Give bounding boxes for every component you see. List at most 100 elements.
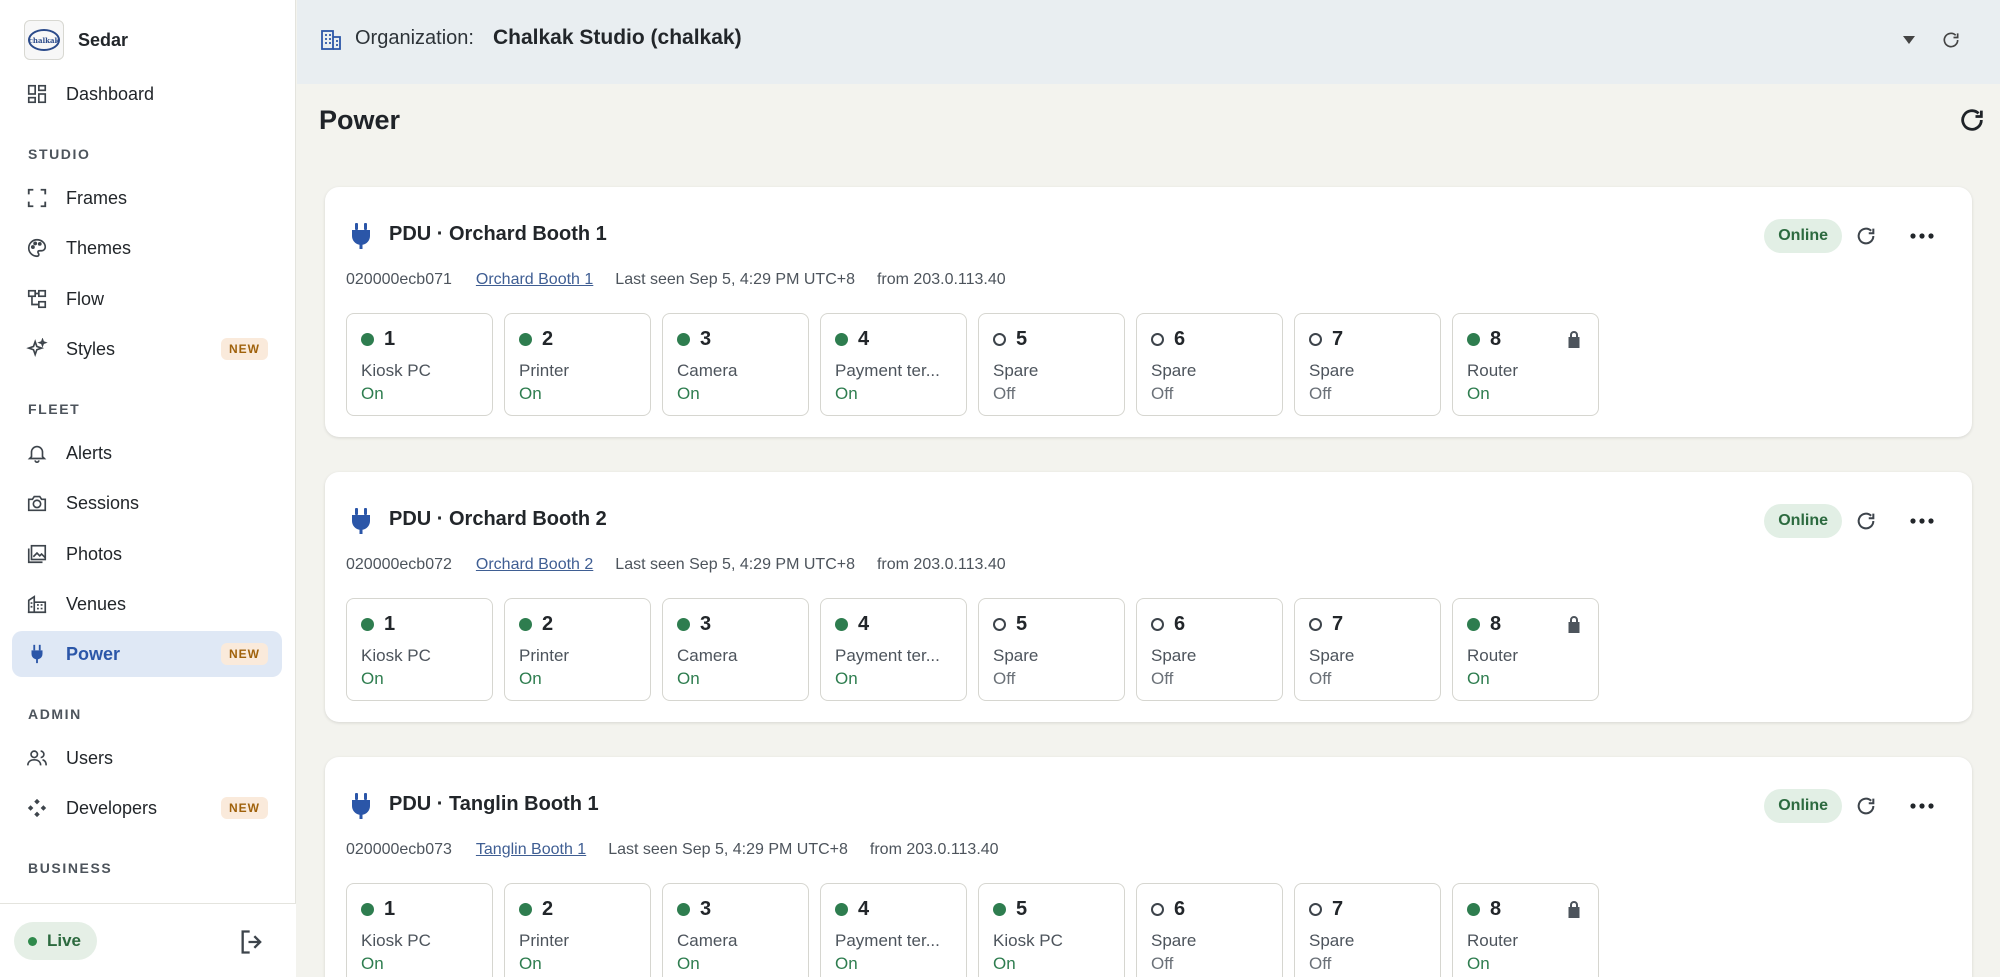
outlet-status-dot-icon xyxy=(519,618,532,631)
outlet-tile[interactable]: 4 Payment ter... On xyxy=(820,883,967,977)
outlet-tile[interactable]: 8 Router On xyxy=(1452,313,1599,416)
outlet-state: Off xyxy=(1151,384,1174,403)
outlet-header: 5 xyxy=(993,613,1027,636)
outlet-number: 4 xyxy=(858,328,870,350)
lock-icon xyxy=(1566,330,1582,348)
outlet-label: Router xyxy=(1467,646,1519,665)
pdu-refresh-button[interactable] xyxy=(1854,509,1878,533)
organization-dropdown-button[interactable] xyxy=(1897,28,1921,52)
outlet-tile[interactable]: 3 Camera On xyxy=(662,883,809,977)
camera-icon xyxy=(26,492,48,514)
outlet-header: 5 xyxy=(993,328,1027,351)
sidebar-item-developers[interactable]: Developers NEW xyxy=(12,785,282,831)
outlet-tile[interactable]: 6 Spare Off xyxy=(1136,598,1283,701)
organization-refresh-button[interactable] xyxy=(1938,27,1964,53)
outlet-status-dot-icon xyxy=(1151,333,1164,346)
outlet-tile[interactable]: 7 Spare Off xyxy=(1294,598,1441,701)
outlet-number: 8 xyxy=(1490,898,1502,920)
plug-icon xyxy=(351,223,371,249)
outlet-number: 2 xyxy=(542,328,554,350)
brand[interactable]: chalkak Sedar xyxy=(24,20,128,60)
sidebar-item-label: Flow xyxy=(66,288,105,309)
outlet-tile[interactable]: 5 Spare Off xyxy=(978,598,1125,701)
outlet-tile[interactable]: 8 Router On xyxy=(1452,883,1599,977)
outlet-label: Printer xyxy=(519,931,570,950)
logout-icon xyxy=(241,930,262,954)
outlet-number: 4 xyxy=(858,898,870,920)
outlet-status-dot-icon xyxy=(835,618,848,631)
outlet-tile[interactable]: 3 Camera On xyxy=(662,598,809,701)
outlet-status-dot-icon xyxy=(1467,903,1480,916)
pdu-meta: 020000ecb071 Orchard Booth 1 Last seen S… xyxy=(346,271,1006,289)
outlet-header: 2 xyxy=(519,898,553,921)
more-options-button[interactable] xyxy=(1908,509,1936,533)
outlet-tile[interactable]: 7 Spare Off xyxy=(1294,313,1441,416)
outlet-status-dot-icon xyxy=(1467,618,1480,631)
outlet-tile[interactable]: 2 Printer On xyxy=(504,598,651,701)
outlet-tile[interactable]: 5 Spare Off xyxy=(978,313,1125,416)
outlet-state: On xyxy=(835,384,858,403)
frame-corners-icon xyxy=(26,187,48,209)
outlet-tile[interactable]: 3 Camera On xyxy=(662,313,809,416)
status-badge: Online xyxy=(1764,789,1842,823)
outlet-tile[interactable]: 4 Payment ter... On xyxy=(820,598,967,701)
outlet-state: Off xyxy=(1309,669,1332,688)
outlet-tile[interactable]: 2 Printer On xyxy=(504,883,651,977)
outlet-tile[interactable]: 8 Router On xyxy=(1452,598,1599,701)
sidebar-item-alerts[interactable]: Alerts xyxy=(12,430,282,476)
outlet-header: 8 xyxy=(1467,898,1501,921)
outlet-label: Camera xyxy=(677,646,738,665)
outlet-number: 6 xyxy=(1174,898,1186,920)
outlet-tile[interactable]: 4 Payment ter... On xyxy=(820,313,967,416)
pdu-serial: 020000ecb072 xyxy=(346,556,452,573)
sidebar-item-label: Power xyxy=(66,643,121,664)
outlet-label: Kiosk PC xyxy=(361,931,431,950)
organization-select[interactable]: Chalkak Studio (chalkak) xyxy=(493,26,742,50)
sidebar-item-dashboard[interactable]: Dashboard xyxy=(12,71,282,117)
outlet-tile[interactable]: 6 Spare Off xyxy=(1136,313,1283,416)
outlet-tile[interactable]: 5 Kiosk PC On xyxy=(978,883,1125,977)
pdu-refresh-button[interactable] xyxy=(1854,224,1878,248)
outlet-state: On xyxy=(677,384,700,403)
page-refresh-button[interactable] xyxy=(1957,105,1987,135)
nav-section-fleet: FLEET xyxy=(28,401,81,417)
outlet-header: 3 xyxy=(677,898,711,921)
outlet-header: 5 xyxy=(993,898,1027,921)
sidebar-item-flow[interactable]: Flow xyxy=(12,276,282,322)
outlet-tile[interactable]: 1 Kiosk PC On xyxy=(346,883,493,977)
status-badge: Online xyxy=(1764,219,1842,253)
sidebar-item-users[interactable]: Users xyxy=(12,735,282,781)
sidebar-item-sessions[interactable]: Sessions xyxy=(12,480,282,526)
more-options-button[interactable] xyxy=(1908,224,1936,248)
outlet-tile[interactable]: 7 Spare Off xyxy=(1294,883,1441,977)
users-icon xyxy=(26,747,48,769)
outlet-tile[interactable]: 6 Spare Off xyxy=(1136,883,1283,977)
sidebar-item-photos[interactable]: Photos xyxy=(12,531,282,577)
logout-button[interactable] xyxy=(236,926,268,958)
outlet-state: Off xyxy=(1309,954,1332,973)
venue-link[interactable]: Orchard Booth 2 xyxy=(476,556,593,574)
outlet-status-dot-icon xyxy=(1467,333,1480,346)
sidebar-item-power[interactable]: Power NEW xyxy=(12,631,282,677)
pdu-refresh-button[interactable] xyxy=(1854,794,1878,818)
flow-icon xyxy=(26,288,48,310)
outlet-label: Spare xyxy=(1151,931,1197,950)
sidebar-item-frames[interactable]: Frames xyxy=(12,175,282,221)
outlet-state: On xyxy=(835,954,858,973)
sidebar-item-themes[interactable]: Themes xyxy=(12,225,282,271)
venue-link[interactable]: Orchard Booth 1 xyxy=(476,271,593,289)
outlet-header: 3 xyxy=(677,328,711,351)
sidebar-item-styles[interactable]: Styles NEW xyxy=(12,326,282,372)
outlet-tile[interactable]: 1 Kiosk PC On xyxy=(346,313,493,416)
sidebar-item-venues[interactable]: Venues xyxy=(12,581,282,627)
venue-link[interactable]: Tanglin Booth 1 xyxy=(476,841,586,859)
outlet-number: 8 xyxy=(1490,328,1502,350)
outlet-tile[interactable]: 1 Kiosk PC On xyxy=(346,598,493,701)
outlet-header: 7 xyxy=(1309,898,1343,921)
outlet-number: 8 xyxy=(1490,613,1502,635)
outlet-tile[interactable]: 2 Printer On xyxy=(504,313,651,416)
outlet-status-dot-icon xyxy=(519,903,532,916)
outlet-label: Payment ter... xyxy=(835,361,940,380)
outlet-status-dot-icon xyxy=(361,618,374,631)
more-options-button[interactable] xyxy=(1908,794,1936,818)
